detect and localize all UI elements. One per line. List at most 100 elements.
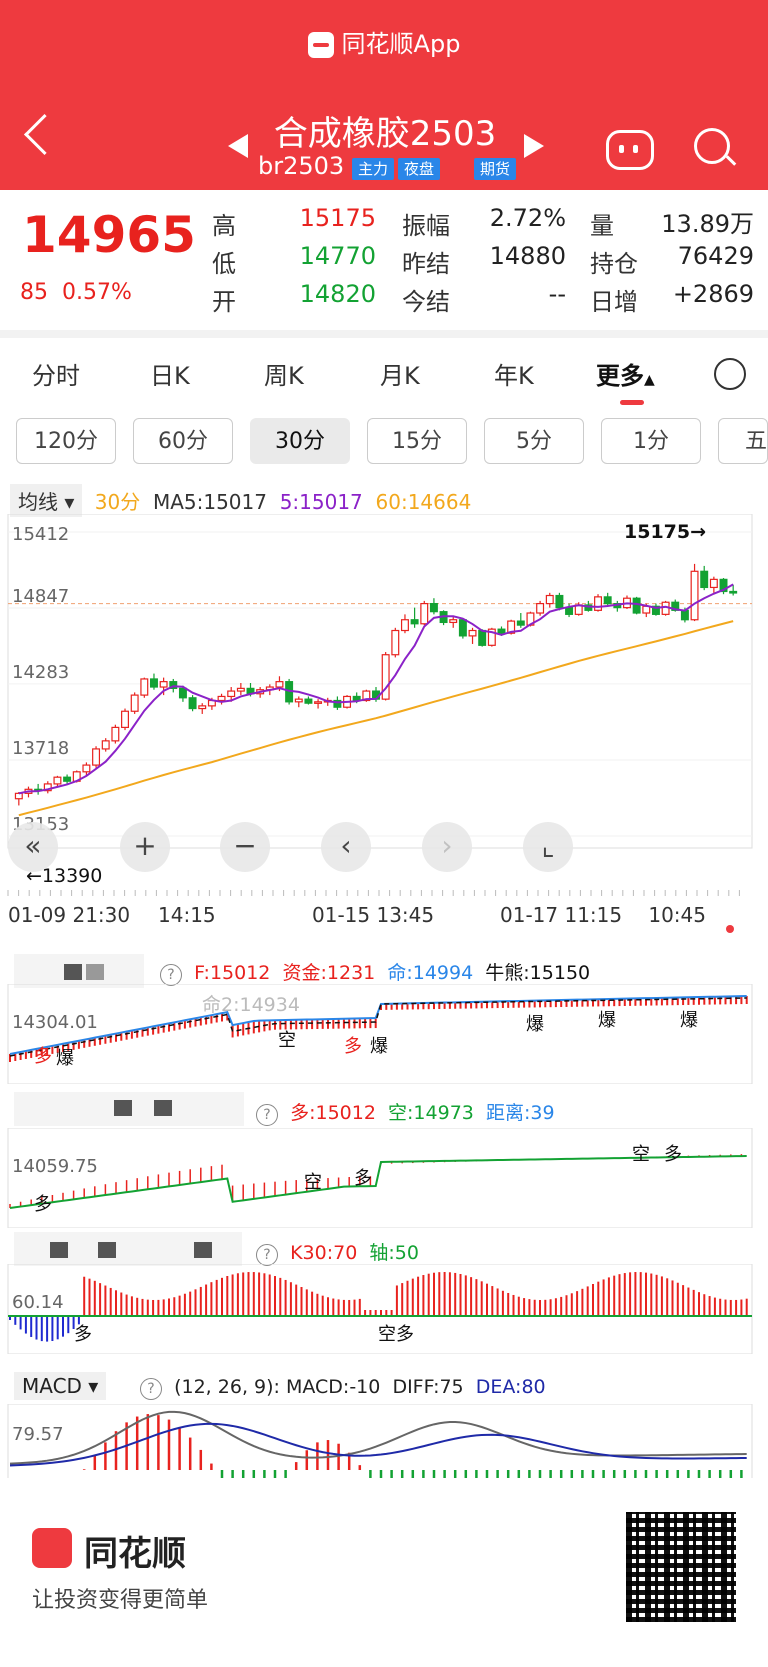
dea-line <box>9 1422 747 1467</box>
candle-body <box>420 602 429 625</box>
x-tick-label: 01-17 11:15 <box>500 903 622 927</box>
candle-body <box>63 776 72 782</box>
candle-body <box>565 607 574 615</box>
x-tick-label: 10:45 <box>648 903 706 927</box>
panel-frame <box>7 1404 753 1480</box>
candle-body <box>111 726 120 742</box>
help-icon[interactable]: ? <box>256 1244 278 1266</box>
contract-name: 合成橡胶2503 <box>273 114 497 154</box>
collapse-left-icon[interactable]: « <box>8 822 58 872</box>
tab-intraday[interactable]: 分时 <box>32 356 80 391</box>
y-tick-label: 14304.01 <box>12 1012 98 1033</box>
candle-body <box>468 629 477 637</box>
panel-frame <box>7 1128 753 1228</box>
period-120min[interactable]: 120分 <box>16 418 116 464</box>
signal-mark: 爆 <box>56 1048 74 1069</box>
settings-icon[interactable] <box>714 358 746 390</box>
period-30min[interactable]: 30分 <box>250 418 350 464</box>
signal-mark: 多 <box>344 1036 362 1057</box>
price-change: 85 0.57% <box>20 280 132 305</box>
zoom-in-icon[interactable]: + <box>120 822 170 872</box>
label-prev-settle: 昨结 <box>402 250 450 278</box>
tab-weekly-k[interactable]: 周K <box>264 356 304 391</box>
tab-daily-k[interactable]: 日K <box>150 356 190 391</box>
indicator-selector[interactable]: 均线 ▾ <box>10 484 83 517</box>
high-price-label: 15175→ <box>624 521 706 543</box>
candlestick-chart[interactable]: 154121484714283137181315315175→←1339001-… <box>0 514 768 934</box>
period-5min[interactable]: 5分 <box>484 418 584 464</box>
indicator-panel-3[interactable]: 60.14 多 空多 <box>0 1264 768 1354</box>
candle-body <box>149 678 158 688</box>
candle-body <box>449 619 458 624</box>
contract-code: br2503 <box>258 152 345 180</box>
y-tick-label: 60.14 <box>12 1292 64 1313</box>
help-icon[interactable]: ? <box>160 964 182 986</box>
ma5-short-label: 5:15017 <box>279 490 363 514</box>
signal-mark: 多 <box>664 1144 682 1165</box>
candle-body <box>545 594 554 605</box>
panel2-legend: ? 多:15012 空:14973 距离:39 <box>256 1098 555 1126</box>
fullscreen-icon[interactable]: ⌞ <box>523 822 573 872</box>
next-contract-icon[interactable] <box>524 134 544 158</box>
period-1min[interactable]: 1分 <box>601 418 701 464</box>
label-open: 开 <box>212 288 236 316</box>
help-icon[interactable]: ? <box>140 1378 162 1400</box>
candle-body <box>14 792 23 800</box>
x-tick-label: 01-15 13:45 <box>312 903 434 927</box>
candle-body <box>294 698 303 703</box>
brand-slogan: 让投资变得更简单 <box>32 1588 209 1613</box>
diff-line <box>9 1410 747 1465</box>
search-icon[interactable] <box>694 128 730 164</box>
top-header: 同花顺App 合成橡胶2503 br2503 主力 夜盘 期货 <box>0 0 768 190</box>
candle-body <box>82 764 91 773</box>
zoom-out-icon[interactable]: − <box>220 822 270 872</box>
tab-yearly-k[interactable]: 年K <box>494 356 534 391</box>
indicator-panel-2[interactable]: 14059.75多空 多空多 <box>0 1128 768 1228</box>
candle-body <box>729 590 738 594</box>
signal-mark: 空 <box>632 1144 650 1165</box>
signal-mark: 空 <box>278 1030 296 1051</box>
panel3-legend: ? K30:70 轴:50 <box>256 1238 419 1266</box>
help-icon[interactable]: ? <box>256 1104 278 1126</box>
candle-body <box>121 710 129 728</box>
signal-mark: 爆 <box>370 1036 388 1057</box>
amplitude-value: 2.72% <box>489 204 566 232</box>
period-60min[interactable]: 60分 <box>133 418 233 464</box>
macd-selector[interactable]: MACD ▾ <box>14 1372 107 1400</box>
tab-monthly-k[interactable]: 月K <box>380 356 420 391</box>
previous-contract-icon[interactable] <box>228 134 248 158</box>
period-15min[interactable]: 15分 <box>367 418 467 464</box>
candle-body <box>400 619 409 632</box>
period-more[interactable]: 五 <box>718 418 768 464</box>
signal-mark: 空 <box>304 1172 322 1193</box>
candle-body <box>198 705 207 710</box>
candle-body <box>178 687 187 699</box>
candle-body <box>101 740 110 750</box>
candle-body <box>391 629 400 656</box>
candle-body <box>536 602 545 614</box>
candle-body <box>130 694 139 712</box>
candle-body <box>632 597 641 614</box>
macd-panel[interactable]: 79.57 <box>0 1404 768 1480</box>
indicator-panel-1[interactable]: 14304.01多 爆空多爆爆爆爆 <box>0 984 768 1084</box>
scroll-right-icon[interactable]: › <box>422 822 472 872</box>
volume-value: 13.89万 <box>661 210 754 238</box>
signal-mark: 爆 <box>598 1010 616 1031</box>
scroll-left-icon[interactable]: ‹ <box>321 822 371 872</box>
label-amplitude: 振幅 <box>402 212 450 240</box>
candle-body <box>429 602 438 613</box>
signal-mark: 爆 <box>526 1014 544 1035</box>
indicator-name-blurred <box>14 1092 244 1126</box>
daily-add-value: +2869 <box>672 280 754 308</box>
qr-code <box>626 1512 736 1622</box>
tab-more[interactable]: 更多▲ <box>596 356 655 391</box>
last-price: 14965 <box>22 206 196 264</box>
candle-body <box>236 687 245 692</box>
candle-body <box>478 629 487 646</box>
robot-assistant-icon[interactable] <box>606 130 654 170</box>
candle-body <box>555 594 564 609</box>
signal-mark: 多 <box>34 1194 52 1215</box>
back-icon[interactable] <box>23 113 66 156</box>
candle-body <box>159 681 168 688</box>
open-interest-value: 76429 <box>677 242 754 270</box>
